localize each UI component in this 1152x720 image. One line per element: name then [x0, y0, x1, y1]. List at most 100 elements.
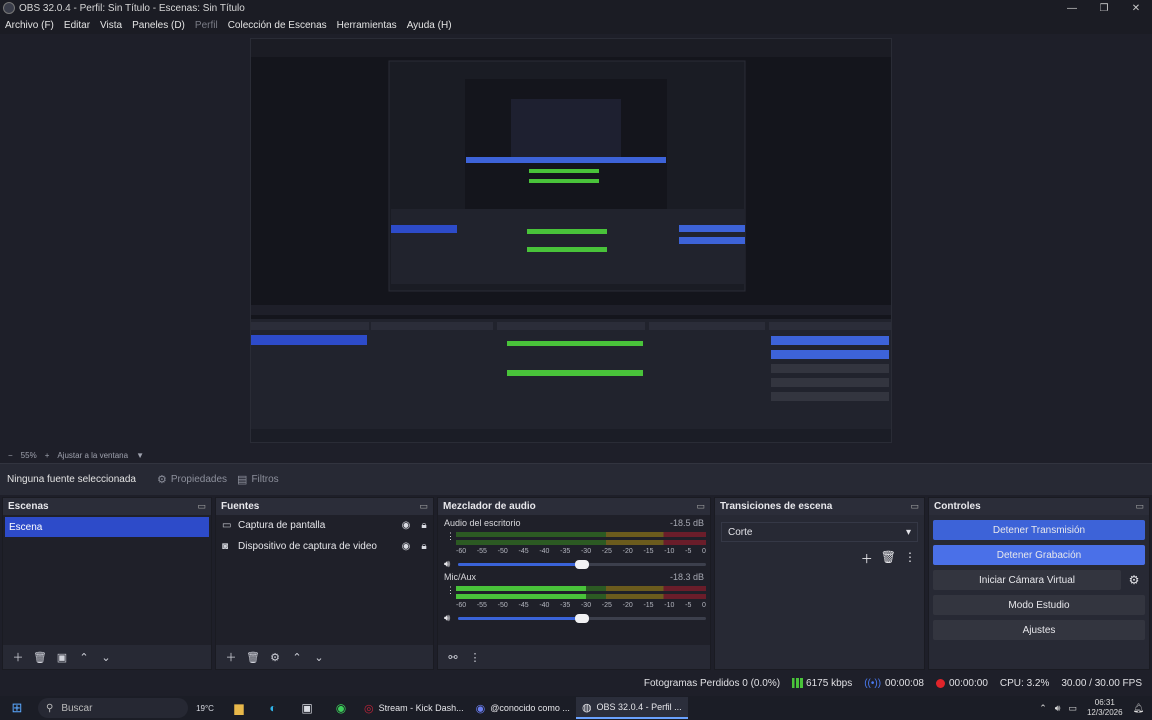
- tick-label: -15: [643, 602, 654, 609]
- source-item[interactable]: ▭ Captura de pantalla ◉ 🔒︎: [216, 515, 433, 536]
- dock-menu-icon[interactable]: ▭: [910, 501, 919, 512]
- tick-label: 0: [702, 548, 706, 555]
- studio-mode-button[interactable]: Modo Estudio: [933, 595, 1145, 615]
- menu-item[interactable]: Archivo (F): [0, 20, 59, 31]
- menu-item[interactable]: Colección de Escenas: [223, 20, 332, 31]
- transition-select[interactable]: Corte ▾: [721, 522, 918, 542]
- zoom-level: 55%: [20, 450, 37, 460]
- trash-icon[interactable]: 🗑: [242, 651, 264, 664]
- close-button[interactable]: ✕: [1120, 0, 1152, 16]
- channel-name: Mic/Aux: [444, 572, 477, 582]
- more-icon[interactable]: ⋮: [904, 550, 916, 567]
- more-icon[interactable]: ⋮: [464, 651, 486, 664]
- tick-label: -25: [601, 548, 612, 555]
- level-meter: [456, 532, 706, 537]
- tick-label: -50: [497, 602, 508, 609]
- minimize-button[interactable]: —: [1056, 0, 1088, 16]
- chevron-down-icon[interactable]: ⌄: [95, 651, 117, 664]
- taskbar-task[interactable]: ◎ Stream - Kick Dash...: [358, 697, 470, 719]
- trash-icon[interactable]: 🗑: [881, 550, 896, 567]
- chevron-down-icon[interactable]: ⌄: [308, 651, 330, 664]
- volume-slider[interactable]: [458, 559, 706, 569]
- speaker-icon[interactable]: 🔊︎: [444, 613, 458, 624]
- search-label: Buscar: [61, 702, 93, 714]
- dock-menu-icon[interactable]: ▭: [419, 501, 428, 512]
- add-icon[interactable]: ＋: [7, 649, 29, 665]
- zoom-out-button[interactable]: −: [8, 451, 13, 460]
- more-icon[interactable]: ⋮: [446, 585, 455, 596]
- source-toolbar: Ninguna fuente seleccionada ⚙ Propiedade…: [0, 463, 1152, 495]
- maximize-button[interactable]: ❐: [1088, 0, 1120, 16]
- settings-button[interactable]: Ajustes: [933, 620, 1145, 640]
- dock-menu-icon[interactable]: ▭: [197, 501, 206, 512]
- taskbar-task[interactable]: ◍ OBS 32.0.4 - Perfil ...: [575, 697, 688, 719]
- gear-icon[interactable]: ⚙: [264, 651, 286, 664]
- tick-label: -35: [560, 602, 571, 609]
- scenes-title: Escenas: [8, 501, 49, 512]
- menu-item[interactable]: Herramientas: [332, 20, 402, 31]
- menu-item[interactable]: Ayuda (H): [402, 20, 457, 31]
- audio-mixer-dock: Mezclador de audio ▭ Audio del escritorio…: [437, 497, 711, 670]
- store-icon[interactable]: ▣: [290, 701, 324, 715]
- folder-icon[interactable]: ▆: [222, 701, 256, 715]
- level-meter: [456, 594, 706, 599]
- more-icon[interactable]: ⋮: [446, 531, 455, 542]
- filters-button[interactable]: ▤ Filtros: [237, 473, 279, 486]
- tick-label: -20: [622, 602, 633, 609]
- volume-icon[interactable]: 🔊︎: [1055, 703, 1061, 714]
- weather-icon[interactable]: 19°C: [188, 704, 222, 713]
- fit-window-button[interactable]: Ajustar a la ventana: [57, 451, 128, 460]
- virtual-camera-button[interactable]: Iniciar Cámara Virtual: [933, 570, 1121, 590]
- eye-icon[interactable]: ◉: [397, 541, 415, 552]
- chevron-up-icon[interactable]: ⌃: [286, 651, 308, 664]
- menu-item[interactable]: Perfil: [190, 20, 223, 31]
- filter-icon[interactable]: ▣: [51, 651, 73, 664]
- eye-icon[interactable]: ◉: [397, 520, 415, 531]
- tick-label: -10: [664, 602, 675, 609]
- edge-icon[interactable]: ◐: [256, 701, 290, 715]
- volume-slider[interactable]: [458, 613, 706, 623]
- stop-record-button[interactable]: Detener Grabación: [933, 545, 1145, 565]
- gear-icon[interactable]: ⚙: [1123, 570, 1145, 590]
- properties-button[interactable]: ⚙ Propiedades: [157, 473, 227, 486]
- zoom-in-button[interactable]: +: [45, 451, 50, 460]
- record-icon: [935, 678, 945, 688]
- tick-label: 0: [702, 602, 706, 609]
- clock[interactable]: 06:31 12/3/2026: [1087, 698, 1123, 718]
- os-taskbar: ⊞ ⚲ Buscar 19°C ▆ ◐ ▣ ◉ ◎ Stream - Kick D…: [0, 696, 1152, 720]
- preview-recursive-capture: [251, 39, 891, 442]
- menu-item[interactable]: Vista: [95, 20, 127, 31]
- source-item[interactable]: ◙ Dispositivo de captura de video ◉ 🔒︎: [216, 536, 433, 557]
- add-icon[interactable]: ＋: [861, 550, 873, 567]
- whatsapp-icon[interactable]: ◉: [324, 701, 358, 715]
- tick-label: -45: [518, 602, 529, 609]
- controls-title: Controles: [934, 501, 981, 512]
- taskbar-search[interactable]: ⚲ Buscar: [38, 698, 188, 718]
- chevron-up-icon[interactable]: ⌃: [1039, 703, 1047, 714]
- dock-menu-icon[interactable]: ▭: [1135, 501, 1144, 512]
- weather-temp: 19°C: [196, 703, 214, 713]
- stop-stream-button[interactable]: Detener Transmisión: [933, 520, 1145, 540]
- lock-icon[interactable]: 🔒︎: [415, 520, 433, 531]
- task-label: Stream - Kick Dash...: [378, 703, 464, 713]
- network-icon[interactable]: ▭: [1068, 703, 1077, 714]
- dock-menu-icon[interactable]: ▭: [696, 501, 705, 512]
- chevron-up-icon[interactable]: ⌃: [73, 651, 95, 664]
- menu-item[interactable]: Editar: [59, 20, 95, 31]
- zoom-dropdown-icon[interactable]: ▼: [136, 451, 144, 460]
- speaker-icon[interactable]: 🔊︎: [444, 559, 458, 570]
- menu-item[interactable]: Paneles (D): [127, 20, 190, 31]
- notification-icon[interactable]: 🔔︎: [1133, 703, 1144, 714]
- lock-icon[interactable]: 🔒︎: [415, 541, 433, 552]
- trash-icon[interactable]: 🗑: [29, 651, 51, 664]
- add-icon[interactable]: ＋: [220, 649, 242, 665]
- menu-bar: Archivo (F) Editar Vista Paneles (D) Perfil C…: [0, 16, 1152, 34]
- windows-start-icon[interactable]: ⊞: [0, 700, 34, 716]
- tick-label: -20: [622, 548, 633, 555]
- preview-area: [0, 34, 1152, 448]
- scene-item[interactable]: Escena: [5, 517, 209, 537]
- taskbar-task[interactable]: ◉ @conocido como ...: [470, 697, 576, 719]
- link-icon[interactable]: ⚯: [442, 651, 464, 664]
- program-preview[interactable]: [250, 38, 892, 443]
- signal-bars-icon: [792, 678, 804, 688]
